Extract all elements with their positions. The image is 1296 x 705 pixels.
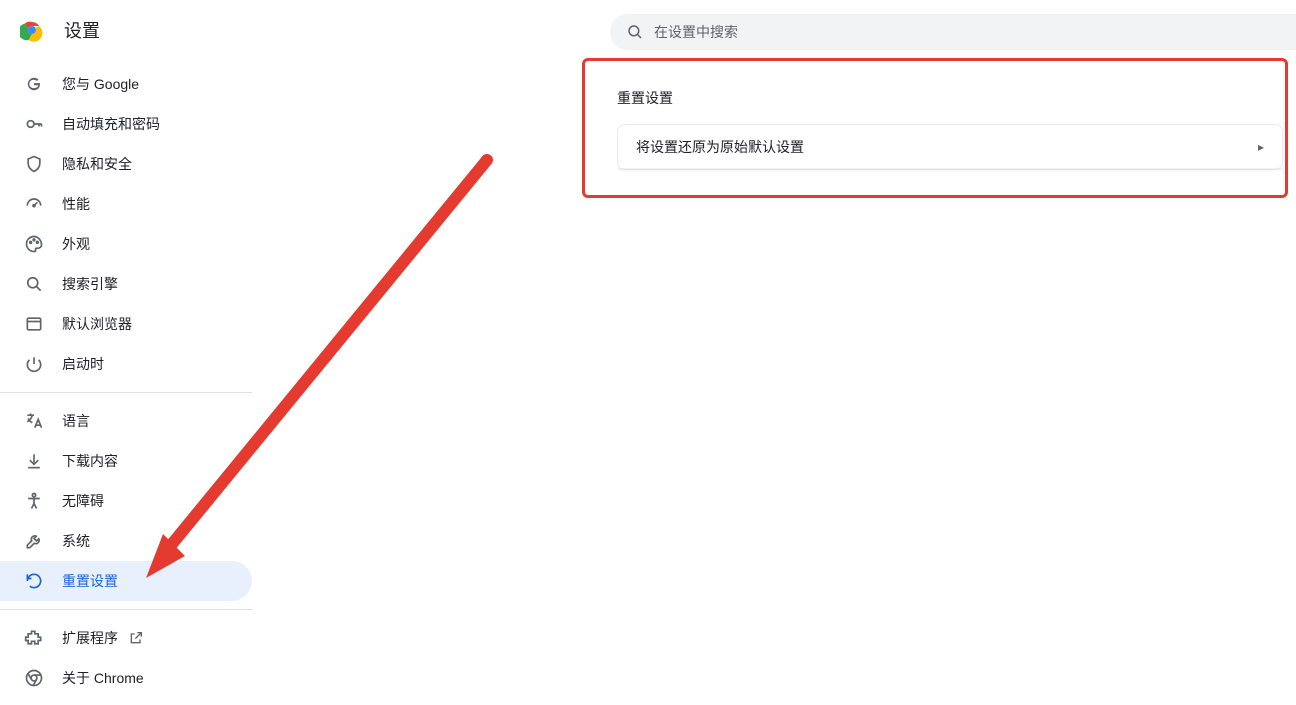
sidebar-item-label: 下载内容 [62, 451, 118, 471]
sidebar-item-label: 重置设置 [62, 571, 118, 591]
sidebar-item-label: 默认浏览器 [62, 314, 132, 334]
sidebar-item-system[interactable]: 系统 [0, 521, 252, 561]
reset-settings-label: 将设置还原为原始默认设置 [636, 137, 1258, 157]
palette-icon [24, 234, 44, 254]
search-icon [24, 274, 44, 294]
sidebar-item-on-startup[interactable]: 启动时 [0, 344, 252, 384]
sidebar-item-label: 语言 [62, 411, 90, 431]
sidebar-item-label: 性能 [62, 194, 90, 214]
sidebar-item-privacy[interactable]: 隐私和安全 [0, 144, 252, 184]
reset-icon [24, 571, 44, 591]
search-icon [626, 23, 644, 41]
sidebar-item-label: 无障碍 [62, 491, 104, 511]
sidebar-item-label: 隐私和安全 [62, 154, 132, 174]
sidebar-item-label: 自动填充和密码 [62, 114, 160, 134]
sidebar-item-you-and-google[interactable]: 您与 Google [0, 64, 252, 104]
page-title: 设置 [64, 17, 100, 43]
chevron-right-icon: ▸ [1258, 140, 1264, 154]
extension-icon [24, 628, 44, 648]
sidebar-item-reset[interactable]: 重置设置 [0, 561, 252, 601]
card-shadow [617, 168, 1283, 172]
sidebar-item-label: 系统 [62, 531, 90, 551]
sidebar-item-appearance[interactable]: 外观 [0, 224, 252, 264]
power-icon [24, 354, 44, 374]
translate-icon [24, 411, 44, 431]
search-bar[interactable] [610, 14, 1296, 50]
chrome-outline-icon [24, 668, 44, 688]
external-link-icon [128, 630, 144, 646]
download-icon [24, 451, 44, 471]
sidebar-item-label: 关于 Chrome [62, 668, 144, 688]
sidebar-item-label: 您与 Google [62, 74, 139, 94]
accessibility-icon [24, 491, 44, 511]
section-title-reset: 重置设置 [617, 88, 673, 108]
sidebar-item-extensions[interactable]: 扩展程序 [0, 618, 252, 658]
sidebar-divider [0, 609, 252, 610]
sidebar-item-search-engine[interactable]: 搜索引擎 [0, 264, 252, 304]
header: 设置 [0, 0, 260, 60]
google-g-icon [24, 74, 44, 94]
sidebar-item-label: 外观 [62, 234, 90, 254]
sidebar-item-label: 扩展程序 [62, 628, 118, 648]
sidebar-item-performance[interactable]: 性能 [0, 184, 252, 224]
browser-window-icon [24, 314, 44, 334]
chrome-logo-icon [20, 18, 44, 42]
shield-icon [24, 154, 44, 174]
sidebar-item-about-chrome[interactable]: 关于 Chrome [0, 658, 252, 698]
reset-settings-row[interactable]: 将设置还原为原始默认设置 ▸ [617, 124, 1283, 170]
sidebar-item-accessibility[interactable]: 无障碍 [0, 481, 252, 521]
sidebar-item-label: 启动时 [62, 354, 104, 374]
search-bar-container [610, 14, 1296, 50]
sidebar-item-autofill[interactable]: 自动填充和密码 [0, 104, 252, 144]
search-input[interactable] [654, 24, 1054, 40]
sidebar-item-languages[interactable]: 语言 [0, 401, 252, 441]
wrench-icon [24, 531, 44, 551]
sidebar-item-downloads[interactable]: 下载内容 [0, 441, 252, 481]
sidebar-item-label: 搜索引擎 [62, 274, 118, 294]
sidebar-item-default-browser[interactable]: 默认浏览器 [0, 304, 252, 344]
sidebar-divider [0, 392, 252, 393]
speedometer-icon [24, 194, 44, 214]
sidebar: 您与 Google 自动填充和密码 隐私和安全 性能 外观 [0, 64, 252, 698]
key-icon [24, 114, 44, 134]
